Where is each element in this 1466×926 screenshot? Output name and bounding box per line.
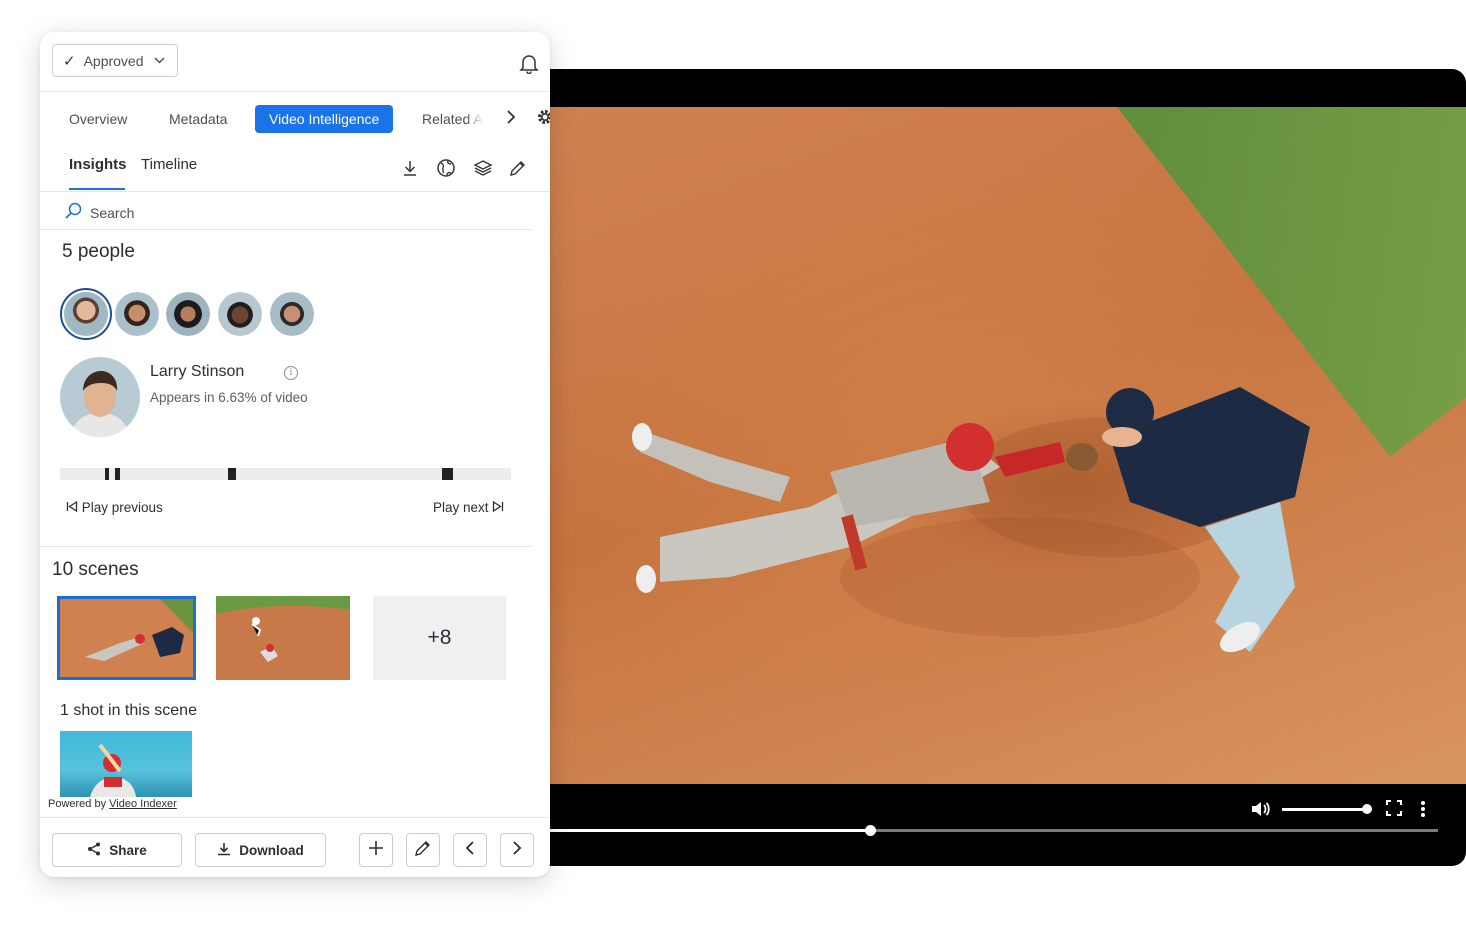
progress-bar[interactable] bbox=[550, 825, 1438, 836]
powered-by: Powered by Video Indexer bbox=[48, 798, 177, 810]
next-button[interactable] bbox=[500, 833, 534, 867]
person-appearance: Appears in 6.63% of video bbox=[150, 390, 308, 405]
video-frame[interactable] bbox=[550, 107, 1466, 784]
chevron-left-icon bbox=[465, 840, 475, 861]
avatar[interactable] bbox=[218, 292, 262, 336]
tab-video-intelligence[interactable]: Video Intelligence bbox=[255, 105, 394, 133]
avatar[interactable] bbox=[60, 288, 112, 340]
add-button[interactable] bbox=[359, 833, 393, 867]
progress-knob[interactable] bbox=[864, 825, 876, 836]
status-dropdown[interactable]: ✓ Approved bbox=[52, 44, 178, 77]
play-previous-label: Play previous bbox=[81, 500, 163, 515]
more-scenes-button[interactable]: +8 bbox=[373, 596, 506, 680]
more-vertical-icon[interactable] bbox=[1420, 800, 1426, 823]
download-icon[interactable] bbox=[400, 158, 420, 178]
appearance-marker[interactable] bbox=[442, 468, 453, 480]
video-indexer-link[interactable]: Video Indexer bbox=[109, 798, 177, 810]
divider bbox=[40, 91, 550, 92]
download-icon bbox=[217, 842, 231, 859]
tab-overview[interactable]: Overview bbox=[69, 105, 127, 133]
divider bbox=[40, 191, 550, 192]
people-heading: 5 people bbox=[62, 241, 135, 262]
play-previous-button[interactable]: Play previous bbox=[66, 500, 163, 515]
share-icon bbox=[87, 842, 101, 859]
tab-related[interactable]: Related A bbox=[422, 105, 484, 133]
selected-person-avatar bbox=[60, 357, 140, 437]
progress-fill bbox=[550, 829, 870, 832]
player-controls bbox=[550, 784, 1466, 866]
bell-icon[interactable] bbox=[518, 52, 540, 75]
shot-heading: 1 shot in this scene bbox=[60, 702, 197, 719]
divider bbox=[40, 546, 532, 547]
pencil-icon[interactable] bbox=[508, 158, 528, 178]
search-bar[interactable]: Search bbox=[64, 202, 134, 223]
asset-panel: ✓ Approved Overview Metadata Video Intel… bbox=[40, 32, 550, 877]
avatar[interactable] bbox=[166, 292, 210, 336]
volume-slider[interactable] bbox=[1282, 804, 1372, 814]
download-label: Download bbox=[239, 842, 304, 858]
scene-thumbnail[interactable] bbox=[216, 596, 350, 680]
skip-previous-icon bbox=[66, 500, 82, 515]
chevron-down-icon bbox=[153, 55, 165, 67]
person-name: Larry Stinson bbox=[150, 363, 245, 380]
plus-icon bbox=[368, 840, 384, 861]
edit-button[interactable] bbox=[406, 833, 440, 867]
share-label: Share bbox=[109, 842, 147, 858]
chevron-right-icon[interactable] bbox=[506, 109, 516, 130]
appearance-marker[interactable] bbox=[105, 468, 109, 480]
status-label: Approved bbox=[83, 52, 144, 69]
appearance-timeline[interactable] bbox=[60, 468, 511, 480]
layers-icon[interactable] bbox=[473, 158, 493, 178]
info-icon[interactable]: i bbox=[284, 366, 298, 380]
fullscreen-icon[interactable] bbox=[1386, 800, 1402, 821]
appearance-marker[interactable] bbox=[115, 468, 120, 480]
check-icon: ✓ bbox=[63, 52, 76, 70]
video-scene-illustration bbox=[632, 387, 1310, 653]
share-button[interactable]: Share bbox=[52, 833, 182, 867]
search-input[interactable]: Search bbox=[90, 205, 134, 221]
play-next-button[interactable]: Play next bbox=[433, 500, 504, 515]
video-player[interactable] bbox=[520, 69, 1466, 866]
divider bbox=[40, 229, 532, 230]
skip-next-icon bbox=[492, 500, 504, 515]
appearance-marker[interactable] bbox=[228, 468, 236, 480]
tab-metadata[interactable]: Metadata bbox=[169, 105, 227, 133]
main-tabs: Overview Metadata Video Intelligence Rel… bbox=[52, 105, 550, 133]
previous-button[interactable] bbox=[453, 833, 487, 867]
active-subtab-indicator bbox=[69, 188, 125, 190]
shot-thumbnail[interactable] bbox=[60, 731, 192, 797]
scenes-heading: 10 scenes bbox=[52, 559, 139, 580]
subtab-insights[interactable]: Insights bbox=[69, 156, 127, 173]
avatar[interactable] bbox=[270, 292, 314, 336]
scene-thumbnail[interactable] bbox=[57, 596, 196, 680]
download-button[interactable]: Download bbox=[195, 833, 326, 867]
subtab-timeline[interactable]: Timeline bbox=[141, 156, 197, 173]
pencil-icon bbox=[414, 839, 432, 862]
volume-knob[interactable] bbox=[1362, 804, 1372, 814]
play-next-label: Play next bbox=[433, 500, 489, 515]
chevron-right-icon bbox=[512, 840, 522, 861]
volume-icon[interactable] bbox=[1250, 800, 1270, 823]
search-icon bbox=[64, 202, 82, 223]
globe-icon[interactable] bbox=[436, 158, 456, 178]
gear-icon[interactable] bbox=[536, 108, 550, 131]
avatar[interactable] bbox=[115, 292, 159, 336]
divider bbox=[40, 817, 550, 818]
powered-by-label: Powered by bbox=[48, 798, 107, 810]
